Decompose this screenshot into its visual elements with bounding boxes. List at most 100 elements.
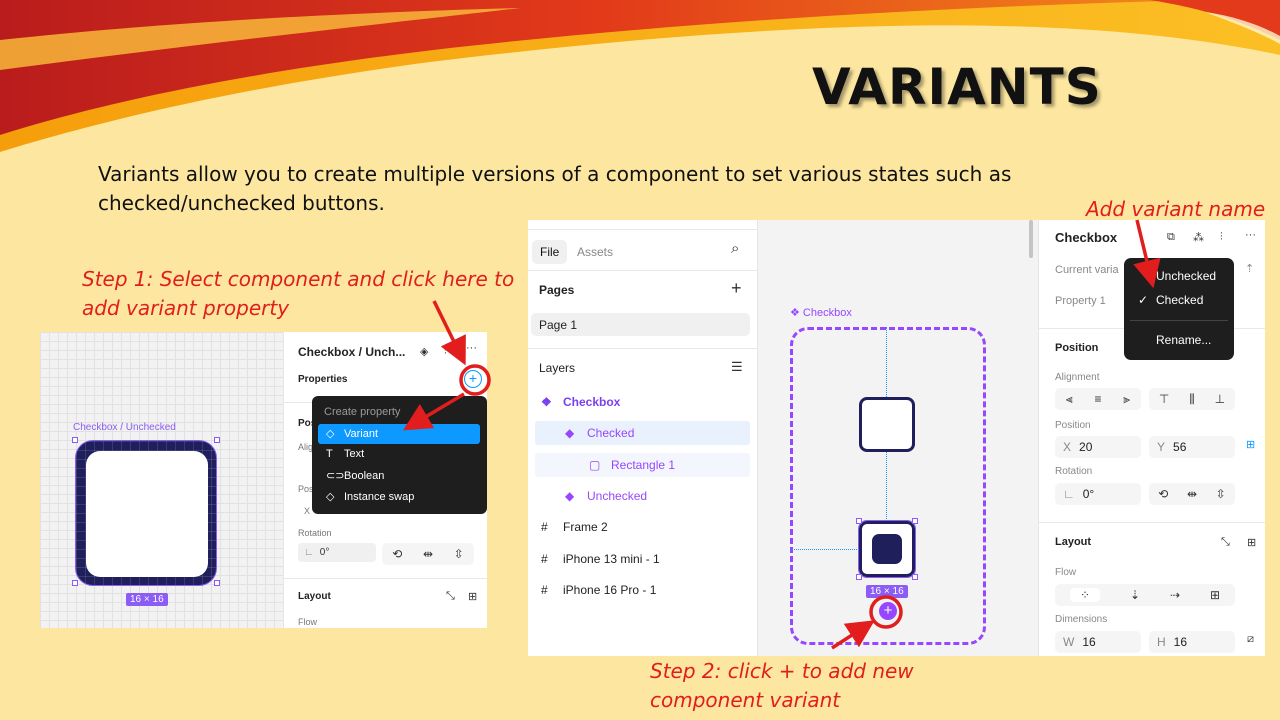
component-label[interactable]: Checkbox / Unchecked xyxy=(73,422,176,433)
layer-row[interactable]: # iPhone 13 mini - 1 xyxy=(535,547,750,571)
rotate-icon[interactable]: ⟲ xyxy=(392,547,402,561)
layer-row[interactable]: ◆ Unchecked xyxy=(535,484,750,508)
height-field[interactable]: H 16 xyxy=(1149,631,1235,653)
resize-handle[interactable] xyxy=(214,437,220,443)
rotation-field[interactable]: ∟ 0° xyxy=(1055,483,1141,505)
component-set-label[interactable]: ❖ Checkbox xyxy=(790,306,852,319)
flip-h-icon[interactable]: ⇹ xyxy=(423,547,433,561)
tab-file[interactable]: File xyxy=(532,240,568,264)
text-icon: T xyxy=(326,448,333,460)
checkbox-unchecked-variant[interactable] xyxy=(859,397,915,452)
layer-row[interactable]: # Frame 2 xyxy=(535,515,750,539)
horizontal-align-buttons[interactable]: ⫷ ≡ ⫸ xyxy=(1055,388,1141,410)
align-right-icon[interactable]: ⫸ xyxy=(1123,392,1130,407)
resize-handle[interactable] xyxy=(72,437,78,443)
page-row[interactable]: Page 1 xyxy=(531,313,750,336)
x-field[interactable]: X 20 xyxy=(1055,436,1141,458)
divider xyxy=(284,578,487,579)
search-icon[interactable]: ⌕ xyxy=(731,240,739,257)
transform-buttons[interactable]: ⟲ ⇹ ⇳ xyxy=(1149,483,1235,505)
layer-content: # Frame 2 xyxy=(541,520,608,534)
more-icon[interactable]: ··· xyxy=(1245,229,1256,241)
dimensions-label: Dimensions xyxy=(1055,614,1108,625)
layout-section-label: Layout xyxy=(1055,536,1092,548)
flip-v-icon[interactable]: ⇳ xyxy=(1216,487,1226,501)
component-icon[interactable]: ◈ xyxy=(420,345,428,358)
variant-icon: ◇ xyxy=(326,428,335,440)
grid-flow-icon[interactable]: ⊞ xyxy=(1210,588,1220,602)
tune-icon[interactable]: ⫶ xyxy=(1220,231,1223,244)
tab-assets[interactable]: Assets xyxy=(569,240,621,264)
menu-item-variant[interactable]: ◇ Variant xyxy=(318,424,480,444)
layer-content: ◆ Unchecked xyxy=(565,489,647,503)
checkbox-checked-variant[interactable] xyxy=(858,520,916,578)
scrollbar[interactable] xyxy=(1029,220,1033,258)
rotation-label: Rotation xyxy=(298,528,332,538)
design-canvas[interactable]: ❖ Checkbox 16 × 16 + xyxy=(758,220,1038,656)
divider xyxy=(528,270,758,271)
create-property-menu: Create property ◇ Variant T Text ⊂⊃Boolean… xyxy=(312,396,487,514)
align-left-icon[interactable]: ⫷ xyxy=(1066,392,1073,407)
menu-item-text[interactable]: T Text xyxy=(318,445,480,465)
vertical-align-buttons[interactable]: ⊤ ⫼ ⊥ xyxy=(1149,388,1235,410)
design-canvas[interactable]: Checkbox / Unchecked 16 × 16 xyxy=(40,332,283,628)
resize-handle[interactable] xyxy=(912,518,918,524)
align-top-icon[interactable]: ⊤ xyxy=(1159,392,1169,406)
layer-content: ❖ Checkbox xyxy=(541,395,620,409)
rotation-field[interactable]: ∟ 0° xyxy=(298,543,376,562)
width-field[interactable]: W 16 xyxy=(1055,631,1141,653)
menu-item-rename[interactable]: Rename... xyxy=(1156,333,1211,347)
y-field[interactable]: Y 56 xyxy=(1149,436,1235,458)
align-middle-icon[interactable]: ⫼ xyxy=(1189,392,1195,407)
flip-v-icon[interactable]: ⇳ xyxy=(454,547,464,561)
rotate-icon[interactable]: ⟲ xyxy=(1158,487,1168,501)
component-icon: ◆ xyxy=(565,426,575,441)
grid-icon[interactable]: ⁂ xyxy=(1193,231,1204,244)
menu-item-instance-swap[interactable]: ◇ Instance swap xyxy=(318,487,480,507)
more-icon[interactable]: ··· xyxy=(466,342,477,354)
menu-item-boolean[interactable]: ⊂⊃Boolean xyxy=(318,466,480,486)
checkbox-inner xyxy=(86,451,208,577)
screenshot-variants: File Assets ⌕ Pages + Page 1 Layers ☰ ❖ C… xyxy=(528,220,1265,656)
flip-h-icon[interactable]: ⇹ xyxy=(1187,487,1197,501)
align-bottom-icon[interactable]: ⊥ xyxy=(1215,392,1225,406)
layer-row[interactable]: ▢ Rectangle 1 xyxy=(535,452,750,477)
x-value: 20 xyxy=(1079,440,1093,454)
resize-handle[interactable] xyxy=(912,574,918,580)
resize-handle[interactable] xyxy=(72,580,78,586)
menu-item-unchecked[interactable]: Unchecked xyxy=(1156,269,1216,283)
size-badge: 16 × 16 xyxy=(866,585,908,598)
add-variant-button[interactable]: + xyxy=(879,602,897,620)
layers-label: Layers xyxy=(539,361,576,375)
freeform-icon[interactable]: ⁘ xyxy=(1069,588,1101,602)
transform-buttons[interactable]: ⟲ ⇹ ⇳ xyxy=(382,543,474,565)
tune-icon[interactable]: ⫶ xyxy=(444,345,447,358)
auto-layout-icon[interactable]: ⊞ xyxy=(468,590,477,603)
step1-annotation: Step 1: Select component and click here … xyxy=(82,267,515,320)
resize-handle[interactable] xyxy=(856,518,862,524)
layer-row[interactable]: # iPhone 16 Pro - 1 xyxy=(535,578,750,602)
auto-layout-icon[interactable]: ⊞ xyxy=(1247,536,1256,549)
align-center-h-icon[interactable]: ≡ xyxy=(1094,392,1101,406)
constraints-icon[interactable]: ⊞ xyxy=(1246,438,1255,451)
select-matching-icon[interactable]: ⧉ xyxy=(1167,231,1175,244)
collapse-icon[interactable]: ⤡ xyxy=(446,590,455,603)
checkbox-component[interactable] xyxy=(75,440,217,586)
resize-handle[interactable] xyxy=(214,580,220,586)
vertical-flow-icon[interactable]: ⇣ xyxy=(1130,588,1140,602)
constrain-proportions-icon[interactable]: ⧄ xyxy=(1247,633,1254,646)
collapse-icon[interactable]: ⤡ xyxy=(1221,536,1230,549)
layer-row[interactable]: ❖ Checkbox xyxy=(535,390,750,414)
layer-row[interactable]: ◆ Checked xyxy=(535,421,750,446)
horizontal-flow-icon[interactable]: ⇢ xyxy=(1170,588,1180,602)
add-page-icon[interactable]: + xyxy=(731,278,742,299)
resize-handle[interactable] xyxy=(856,574,862,580)
properties-label: Properties xyxy=(298,374,348,385)
sort-icon[interactable]: ☰ xyxy=(731,359,743,375)
menu-item-checked[interactable]: Checked xyxy=(1156,293,1203,307)
checkmark-icon: ✓ xyxy=(1138,293,1149,307)
flow-buttons[interactable]: ⁘ ⇣ ⇢ ⊞ xyxy=(1055,584,1235,606)
add-property-button[interactable]: + xyxy=(464,370,482,388)
flow-label: Flow xyxy=(298,617,318,627)
reset-icon[interactable]: ⇡ xyxy=(1245,262,1254,275)
